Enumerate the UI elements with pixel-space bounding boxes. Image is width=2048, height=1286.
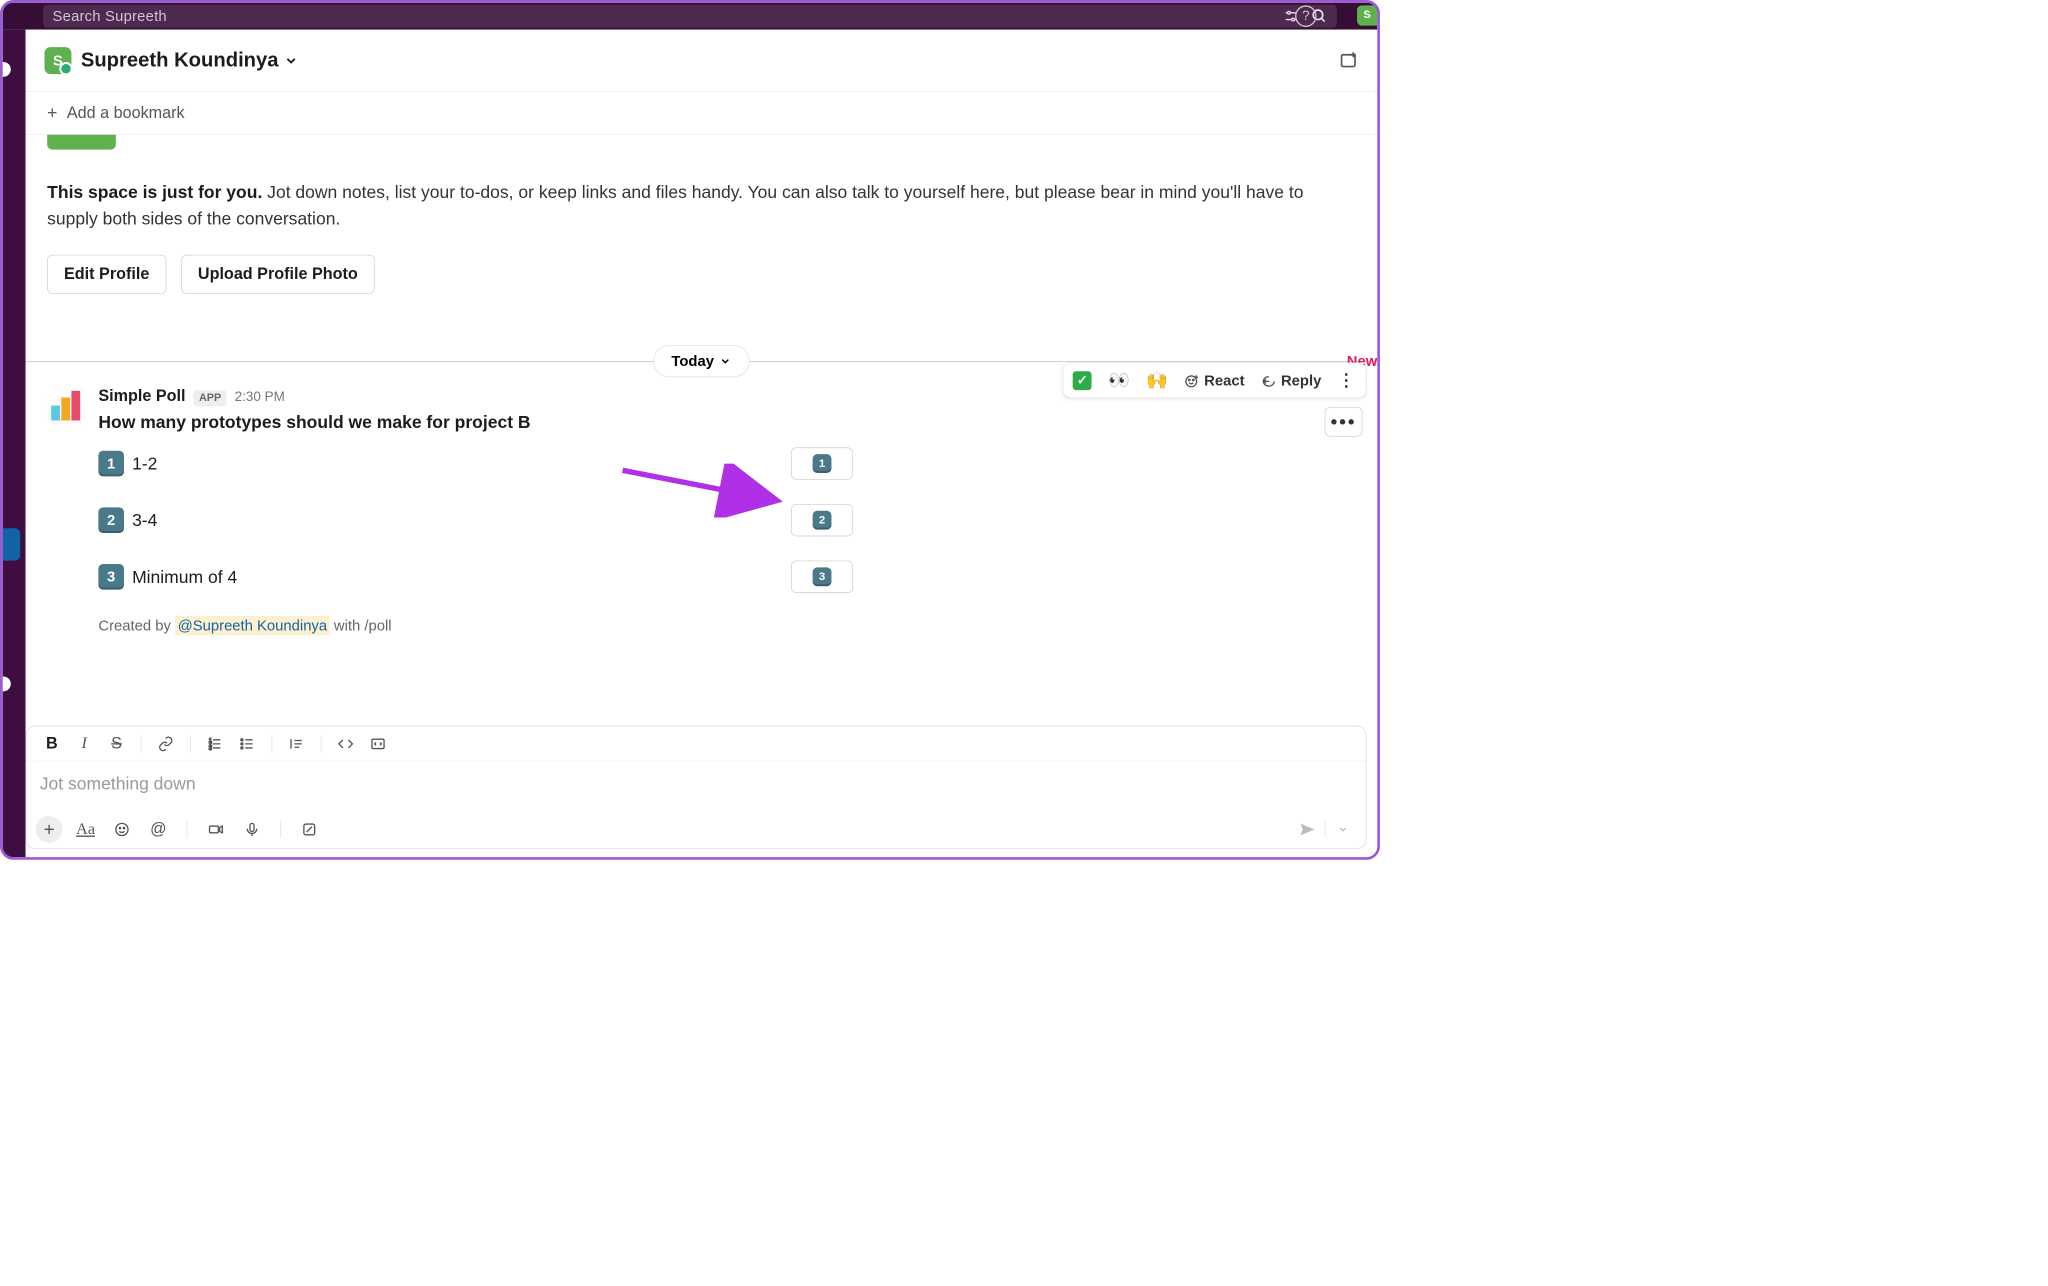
raised-hands-emoji[interactable]: 🙌 [1146,370,1168,391]
channel-name[interactable]: Supreeth Koundinya [81,49,279,72]
intro-text: This space is just for you. Jot down not… [47,179,1356,232]
checkmark-reaction[interactable]: ✓ [1073,371,1092,390]
search-input[interactable]: Search Supreeth [43,5,1337,28]
react-label: React [1204,372,1244,390]
app-avatar [47,387,85,425]
vote-button-1[interactable]: 1 [791,447,853,479]
timestamp[interactable]: 2:30 PM [235,389,285,404]
sidebar [3,30,26,857]
mic-button[interactable] [239,816,266,843]
attach-plus-button[interactable]: + [36,816,63,843]
keycap-3-icon: 3 [813,567,832,586]
sidebar-dot[interactable] [0,62,11,77]
strikethrough-button[interactable]: S [103,731,130,755]
plus-icon: + [47,102,57,123]
composer-input[interactable]: Jot something down [26,761,1366,810]
keycap-2-icon: 2 [813,511,832,530]
profile-image-stub [47,135,116,150]
ordered-list-button[interactable]: 123 [201,731,228,755]
composer-bottom: + Aa @ [26,811,1366,849]
bold-button[interactable]: B [38,731,65,755]
bullet-list-button[interactable] [234,731,261,755]
channel-header: S Supreeth Koundinya [26,30,1378,92]
app-badge: APP [194,390,227,406]
option-label: 1-2 [132,453,157,474]
option-label: Minimum of 4 [132,566,237,587]
canvas-icon[interactable] [1338,50,1358,70]
poll-option-row: 3 Minimum of 4 3 [98,561,853,593]
reply-button[interactable]: Reply [1261,372,1322,390]
top-bar: Search Supreeth ? S [3,3,1378,30]
composer-placeholder: Jot something down [40,774,196,794]
bookmark-bar[interactable]: + Add a bookmark [26,92,1378,135]
code-button[interactable] [332,731,359,755]
poll-option-row: 2 3-4 2 [98,504,853,536]
message-actions: ✓ 👀 🙌 React Reply ⋮ [1063,363,1367,399]
profile-chip[interactable]: S [1357,5,1377,25]
help-icon[interactable]: ? [1295,5,1317,27]
svg-text:3: 3 [209,746,212,752]
vote-button-2[interactable]: 2 [791,504,853,536]
date-pill[interactable]: Today [653,345,749,377]
sender-name[interactable]: Simple Poll [98,387,185,406]
poll-menu-button[interactable]: ••• [1325,407,1363,437]
shortcuts-button[interactable] [296,816,323,843]
keycap-1-icon: 1 [813,454,832,473]
italic-button[interactable]: I [71,731,98,755]
created-prefix: Created by [98,617,175,634]
eyes-emoji[interactable]: 👀 [1108,370,1130,391]
avatar-letter: S [53,52,63,70]
add-bookmark-label: Add a bookmark [67,103,185,122]
created-suffix: with /poll [330,617,392,634]
sidebar-dot[interactable] [0,676,11,691]
search-placeholder: Search Supreeth [53,7,167,25]
composer: B I S 123 Jot something down + Aa @ [26,726,1367,849]
send-button[interactable] [1294,816,1321,843]
created-by: Created by @Supreeth Koundinya with /pol… [98,617,1355,635]
edit-profile-button[interactable]: Edit Profile [47,255,166,294]
intro-block: This space is just for you. Jot down not… [26,135,1378,321]
format-toolbar: B I S 123 [26,726,1366,761]
blockquote-button[interactable] [283,731,310,755]
intro-bold: This space is just for you. [47,182,262,202]
video-button[interactable] [202,816,229,843]
vote-button-3[interactable]: 3 [791,561,853,593]
keycap-3-icon: 3 [98,564,124,590]
link-button[interactable] [152,731,179,755]
codeblock-button[interactable] [365,731,392,755]
channel-avatar[interactable]: S [44,47,71,74]
poll-option-row: 1 1-2 1 [98,447,853,479]
keycap-2-icon: 2 [98,507,124,533]
send-options[interactable] [1329,816,1356,843]
mention-button[interactable]: @ [145,816,172,843]
message: ✓ 👀 🙌 React Reply ⋮ Simple Poll [26,375,1378,651]
formatting-toggle[interactable]: Aa [72,816,99,843]
reply-label: Reply [1281,372,1321,390]
poll-question: How many prototypes should we make for p… [98,412,1355,433]
date-label: Today [671,352,714,370]
chevron-down-icon[interactable] [284,53,299,68]
mention[interactable]: @Supreeth Koundinya [175,616,330,636]
more-actions-icon[interactable]: ⋮ [1337,370,1356,391]
upload-photo-button[interactable]: Upload Profile Photo [181,255,375,294]
react-button[interactable]: React [1184,372,1245,390]
emoji-button[interactable] [108,816,135,843]
keycap-1-icon: 1 [98,451,124,477]
sidebar-active-indicator[interactable] [3,528,21,560]
option-label: 3-4 [132,510,157,531]
